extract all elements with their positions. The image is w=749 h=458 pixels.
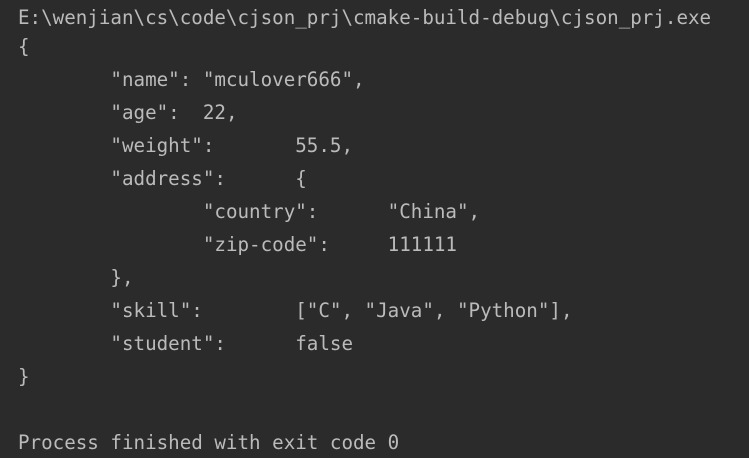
- output-line-address: "address": {: [18, 167, 307, 190]
- output-line-country: "country": "China",: [18, 200, 481, 223]
- output-line-weight: "weight": 55.5,: [18, 134, 354, 157]
- output-line-skill: "skill": ["C", "Java", "Python"],: [18, 299, 573, 322]
- output-line-zip-code: "zip-code": 111111: [18, 233, 457, 256]
- run-console-output: E:\wenjian\cs\code\cjson_prj\cmake-build…: [0, 0, 749, 458]
- output-line-name: "name": "mculover666",: [18, 68, 365, 91]
- process-exit-message: Process finished with exit code 0: [18, 431, 400, 454]
- output-line-student: "student": false: [18, 332, 354, 355]
- executable-path-line: E:\wenjian\cs\code\cjson_prj\cmake-build…: [18, 6, 712, 29]
- output-line-open-brace: {: [18, 35, 30, 58]
- output-line-age: "age": 22,: [18, 101, 238, 124]
- output-line-address-close: },: [18, 266, 134, 289]
- output-line-close-brace: }: [18, 365, 30, 388]
